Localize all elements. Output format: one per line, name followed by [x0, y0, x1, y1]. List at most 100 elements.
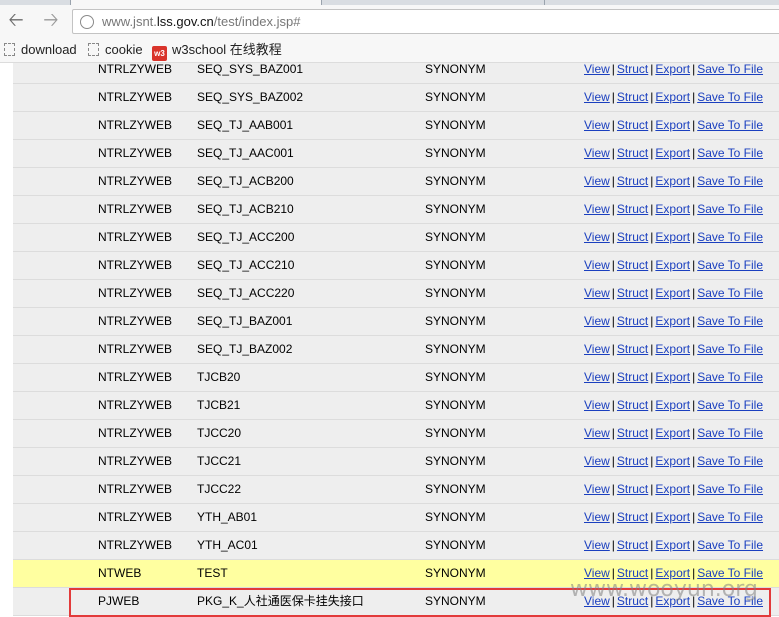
- export-link[interactable]: Export: [655, 63, 690, 76]
- export-link[interactable]: Export: [655, 510, 690, 524]
- save-to-file-link[interactable]: Save To File: [697, 63, 763, 76]
- struct-link[interactable]: Struct: [617, 342, 648, 356]
- struct-link[interactable]: Struct: [617, 174, 648, 188]
- name-cell: SEQ_TJ_BAZ001: [197, 314, 293, 328]
- view-link[interactable]: View: [584, 202, 610, 216]
- export-link[interactable]: Export: [655, 398, 690, 412]
- view-link[interactable]: View: [584, 118, 610, 132]
- struct-link[interactable]: Struct: [617, 538, 648, 552]
- save-to-file-link[interactable]: Save To File: [697, 510, 763, 524]
- save-to-file-link[interactable]: Save To File: [697, 146, 763, 160]
- view-link[interactable]: View: [584, 566, 610, 580]
- save-to-file-link[interactable]: Save To File: [697, 342, 763, 356]
- export-link[interactable]: Export: [655, 594, 690, 608]
- table-row: NTRLZYWEB SEQ_TJ_ACB210 SYNONYM View | Struct…: [13, 196, 779, 224]
- owner-cell: NTRLZYWEB: [98, 538, 173, 552]
- save-to-file-link[interactable]: Save To File: [697, 314, 763, 328]
- save-to-file-link[interactable]: Save To File: [697, 202, 763, 216]
- export-link[interactable]: Export: [655, 426, 690, 440]
- export-link[interactable]: Export: [655, 146, 690, 160]
- view-link[interactable]: View: [584, 90, 610, 104]
- struct-link[interactable]: Struct: [617, 594, 648, 608]
- struct-link[interactable]: Struct: [617, 566, 648, 580]
- struct-link[interactable]: Struct: [617, 258, 648, 272]
- view-link[interactable]: View: [584, 314, 610, 328]
- view-link[interactable]: View: [584, 510, 610, 524]
- link-separator: |: [650, 398, 654, 412]
- view-link[interactable]: View: [584, 370, 610, 384]
- export-link[interactable]: Export: [655, 286, 690, 300]
- back-arrow-icon[interactable]: 🡠: [5, 10, 27, 32]
- link-separator: |: [692, 118, 696, 132]
- type-cell: SYNONYM: [425, 342, 486, 356]
- link-separator: |: [611, 174, 615, 188]
- view-link[interactable]: View: [584, 174, 610, 188]
- save-to-file-link[interactable]: Save To File: [697, 174, 763, 188]
- export-link[interactable]: Export: [655, 258, 690, 272]
- view-link[interactable]: View: [584, 63, 610, 76]
- save-to-file-link[interactable]: Save To File: [697, 454, 763, 468]
- view-link[interactable]: View: [584, 398, 610, 412]
- struct-link[interactable]: Struct: [617, 510, 648, 524]
- export-link[interactable]: Export: [655, 342, 690, 356]
- struct-link[interactable]: Struct: [617, 146, 648, 160]
- row-actions: View | Struct | Export | Save To File: [584, 336, 763, 363]
- address-bar[interactable]: www.jsnt.lss.gov.cn/test/index.jsp#: [72, 9, 779, 34]
- export-link[interactable]: Export: [655, 538, 690, 552]
- export-link[interactable]: Export: [655, 118, 690, 132]
- view-link[interactable]: View: [584, 538, 610, 552]
- view-link[interactable]: View: [584, 258, 610, 272]
- forward-arrow-icon[interactable]: 🡢: [40, 10, 62, 32]
- view-link[interactable]: View: [584, 342, 610, 356]
- save-to-file-link[interactable]: Save To File: [697, 90, 763, 104]
- export-link[interactable]: Export: [655, 90, 690, 104]
- struct-link[interactable]: Struct: [617, 118, 648, 132]
- view-link[interactable]: View: [584, 286, 610, 300]
- export-link[interactable]: Export: [655, 202, 690, 216]
- export-link[interactable]: Export: [655, 454, 690, 468]
- struct-link[interactable]: Struct: [617, 370, 648, 384]
- save-to-file-link[interactable]: Save To File: [697, 230, 763, 244]
- struct-link[interactable]: Struct: [617, 398, 648, 412]
- struct-link[interactable]: Struct: [617, 314, 648, 328]
- struct-link[interactable]: Struct: [617, 230, 648, 244]
- struct-link[interactable]: Struct: [617, 90, 648, 104]
- view-link[interactable]: View: [584, 230, 610, 244]
- save-to-file-link[interactable]: Save To File: [697, 258, 763, 272]
- link-separator: |: [611, 286, 615, 300]
- export-link[interactable]: Export: [655, 314, 690, 328]
- view-link[interactable]: View: [584, 454, 610, 468]
- link-separator: |: [611, 538, 615, 552]
- link-separator: |: [692, 174, 696, 188]
- save-to-file-link[interactable]: Save To File: [697, 426, 763, 440]
- view-link[interactable]: View: [584, 482, 610, 496]
- save-to-file-link[interactable]: Save To File: [697, 594, 763, 608]
- save-to-file-link[interactable]: Save To File: [697, 538, 763, 552]
- struct-link[interactable]: Struct: [617, 454, 648, 468]
- owner-cell: NTRLZYWEB: [98, 454, 173, 468]
- export-link[interactable]: Export: [655, 482, 690, 496]
- struct-link[interactable]: Struct: [617, 286, 648, 300]
- save-to-file-link[interactable]: Save To File: [697, 286, 763, 300]
- view-link[interactable]: View: [584, 594, 610, 608]
- name-cell: SEQ_TJ_ACC200: [197, 230, 295, 244]
- save-to-file-link[interactable]: Save To File: [697, 482, 763, 496]
- save-to-file-link[interactable]: Save To File: [697, 118, 763, 132]
- export-link[interactable]: Export: [655, 174, 690, 188]
- export-link[interactable]: Export: [655, 566, 690, 580]
- struct-link[interactable]: Struct: [617, 202, 648, 216]
- struct-link[interactable]: Struct: [617, 482, 648, 496]
- struct-link[interactable]: Struct: [617, 63, 648, 76]
- link-separator: |: [692, 258, 696, 272]
- export-link[interactable]: Export: [655, 230, 690, 244]
- save-to-file-link[interactable]: Save To File: [697, 566, 763, 580]
- view-link[interactable]: View: [584, 426, 610, 440]
- bookmark-download[interactable]: download: [4, 41, 77, 59]
- bookmark-cookie[interactable]: cookie: [88, 41, 143, 59]
- struct-link[interactable]: Struct: [617, 426, 648, 440]
- view-link[interactable]: View: [584, 146, 610, 160]
- save-to-file-link[interactable]: Save To File: [697, 398, 763, 412]
- bookmark-w3school[interactable]: w3 w3school 在线教程: [152, 41, 282, 61]
- save-to-file-link[interactable]: Save To File: [697, 370, 763, 384]
- export-link[interactable]: Export: [655, 370, 690, 384]
